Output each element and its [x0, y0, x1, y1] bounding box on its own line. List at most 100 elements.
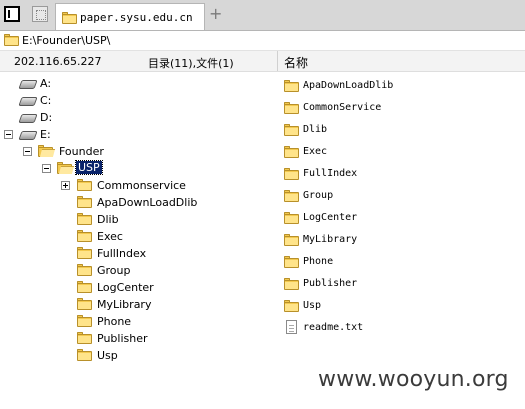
file-name: FullIndex — [303, 168, 358, 179]
tree-drive-a[interactable]: A: — [18, 75, 80, 92]
tree-label: D: — [40, 111, 53, 124]
tree-folder-logcenter[interactable]: LogCenter — [77, 279, 177, 296]
tree-folder-usp[interactable]: USP — [42, 160, 122, 177]
tree-label: Phone — [97, 315, 132, 328]
tree-label-selected: USP — [75, 160, 103, 175]
folder-icon — [4, 34, 19, 46]
folder-icon — [77, 264, 92, 276]
folder-icon — [284, 80, 299, 92]
folder-icon — [77, 230, 92, 242]
folder-icon — [62, 12, 77, 24]
list-item[interactable]: Usp — [278, 296, 525, 316]
tree-label: Exec — [97, 230, 123, 243]
tree-folder-commonservice[interactable]: Commonservice — [61, 177, 191, 194]
file-name: LogCenter — [303, 212, 358, 223]
tab-list-button[interactable] — [32, 6, 48, 22]
file-name: Phone — [303, 256, 334, 267]
column-divider[interactable] — [277, 51, 278, 71]
list-item[interactable]: Group — [278, 186, 525, 206]
current-path: E:\Founder\USP\ — [22, 34, 111, 47]
tab-title: paper.sysu.edu.cn — [80, 11, 193, 24]
list-item[interactable]: FullIndex — [278, 164, 525, 184]
file-name: Dlib — [303, 124, 328, 135]
tree-folder-usp-child[interactable]: Usp — [77, 347, 177, 364]
list-item[interactable]: Phone — [278, 252, 525, 272]
folder-icon — [77, 196, 92, 208]
collapse-icon[interactable] — [42, 164, 51, 173]
folder-icon — [284, 124, 299, 136]
list-item[interactable]: Dlib — [278, 120, 525, 140]
list-item[interactable]: readme.txt — [278, 318, 525, 338]
file-name: Publisher — [303, 278, 358, 289]
folder-open-icon — [38, 145, 56, 157]
tree-label: FullIndex — [97, 247, 147, 260]
folder-icon — [77, 179, 92, 191]
new-tab-button[interactable]: + — [209, 5, 222, 23]
tree-label: MyLibrary — [97, 298, 152, 311]
file-name: Exec — [303, 146, 328, 157]
file-name: readme.txt — [303, 322, 364, 333]
tree-folder-phone[interactable]: Phone — [77, 313, 177, 330]
folder-icon — [77, 349, 92, 361]
tree-drive-c[interactable]: C: — [18, 92, 80, 109]
watermark: www.wooyun.org — [318, 367, 509, 392]
tree-folder-group[interactable]: Group — [77, 262, 177, 279]
folder-icon — [284, 212, 299, 224]
address-bar[interactable]: E:\Founder\USP\ — [0, 31, 525, 51]
tree-label: Dlib — [97, 213, 119, 226]
tree-label: Commonservice — [97, 179, 186, 192]
tree-folder-mylibrary[interactable]: MyLibrary — [77, 296, 177, 313]
folder-icon — [284, 146, 299, 158]
drive-icon — [18, 80, 38, 89]
tree-drive-e[interactable]: E: — [4, 126, 84, 143]
folder-icon — [284, 102, 299, 114]
list-item[interactable]: Publisher — [278, 274, 525, 294]
tree-label: Publisher — [97, 332, 148, 345]
server-ip: 202.116.65.227 — [14, 55, 102, 68]
file-name: ApaDownLoadDlib — [303, 80, 394, 91]
dir-summary: 目录(11),文件(1) — [148, 57, 234, 70]
tree-drive-d[interactable]: D: — [18, 109, 80, 126]
list-item[interactable]: LogCenter — [278, 208, 525, 228]
folder-icon — [284, 234, 299, 246]
file-name: Group — [303, 190, 334, 201]
folder-icon — [77, 281, 92, 293]
list-item[interactable]: Exec — [278, 142, 525, 162]
name-column-header[interactable]: 名称 — [284, 54, 308, 71]
text-file-icon — [286, 320, 297, 334]
tree-folder-dlib[interactable]: Dlib — [77, 211, 177, 228]
folder-icon — [284, 190, 299, 202]
folder-icon — [284, 168, 299, 180]
list-item[interactable]: MyLibrary — [278, 230, 525, 250]
folder-icon — [77, 332, 92, 344]
tree-folder-apadownloaddlib[interactable]: ApaDownLoadDlib — [77, 194, 227, 211]
tree-folder-fullindex[interactable]: FullIndex — [77, 245, 177, 262]
folder-icon — [77, 315, 92, 327]
file-name: MyLibrary — [303, 234, 358, 245]
folder-icon — [77, 298, 92, 310]
folder-icon — [284, 256, 299, 268]
tree-label: LogCenter — [97, 281, 154, 294]
list-item[interactable]: ApaDownLoadDlib — [278, 76, 525, 96]
tree-label: Founder — [59, 145, 104, 158]
expand-icon[interactable] — [61, 181, 70, 190]
drive-icon — [18, 114, 38, 123]
tree-label: Group — [97, 264, 131, 277]
folder-open-icon — [57, 162, 75, 174]
folder-icon — [77, 213, 92, 225]
drive-icon — [18, 97, 38, 106]
window-layout-button[interactable] — [4, 6, 20, 22]
collapse-icon[interactable] — [4, 130, 13, 139]
file-list: ApaDownLoadDlib CommonService Dlib Exec … — [278, 72, 525, 409]
collapse-icon[interactable] — [23, 147, 32, 156]
tree-folder-publisher[interactable]: Publisher — [77, 330, 177, 347]
tab-paper-sysu[interactable]: paper.sysu.edu.cn — [55, 3, 205, 30]
list-item[interactable]: CommonService — [278, 98, 525, 118]
tree-label: C: — [40, 94, 52, 107]
tree-folder-exec[interactable]: Exec — [77, 228, 177, 245]
tab-bar: paper.sysu.edu.cn + — [0, 0, 525, 31]
tree-label: Usp — [97, 349, 118, 362]
tree-label: A: — [40, 77, 52, 90]
tree-folder-founder[interactable]: Founder — [23, 143, 123, 160]
folder-icon — [77, 247, 92, 259]
